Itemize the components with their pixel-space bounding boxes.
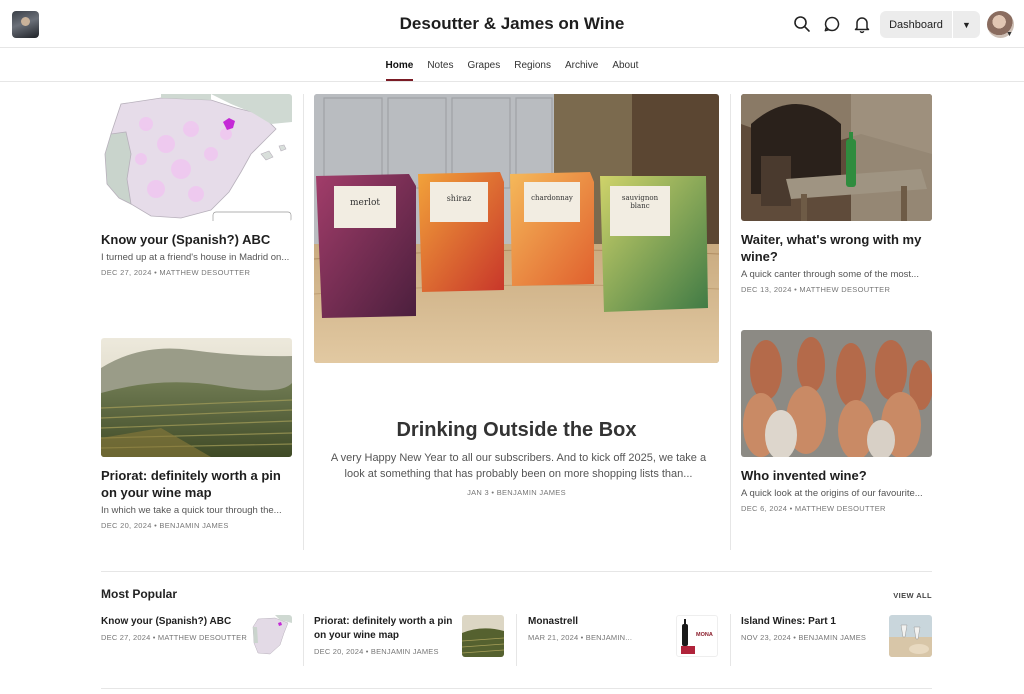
- post-subtitle: I turned up at a friend's house in Madri…: [101, 252, 290, 263]
- tab-about[interactable]: About: [605, 48, 645, 81]
- chevron-down-icon[interactable]: ▼: [953, 11, 980, 38]
- hero-image-wine-boxes[interactable]: merlot shiraz chardonnay sauvignon blanc: [314, 94, 719, 363]
- site-title-link[interactable]: Desoutter & James on Wine: [400, 14, 625, 33]
- column-divider: [730, 94, 731, 550]
- section-divider: [101, 688, 932, 689]
- post-meta: DEC 20, 2024 • BENJAMIN JAMES: [101, 521, 229, 530]
- most-popular-heading: Most Popular: [101, 587, 178, 601]
- post-meta: DEC 6, 2024 • MATTHEW DESOUTTER: [741, 504, 886, 513]
- popular-post-meta: DEC 27, 2024 • MATTHEW DESOUTTER: [101, 633, 247, 642]
- box-label: merlot: [349, 198, 381, 208]
- column-divider: [516, 614, 517, 666]
- post-title[interactable]: Waiter, what's wrong with my wine?: [741, 231, 932, 265]
- popular-post-thumbnail[interactable]: [889, 615, 932, 657]
- post-title[interactable]: Priorat: definitely worth a pin on your …: [101, 467, 292, 501]
- cellar-bottle-image[interactable]: [741, 94, 932, 221]
- popular-post-meta: NOV 23, 2024 • BENJAMIN JAMES: [741, 633, 867, 642]
- hero-meta: JAN 3 • BENJAMIN JAMES: [467, 488, 566, 497]
- top-bar: Desoutter & James on Wine Dashboard ▼ ▼: [0, 0, 1024, 48]
- dashboard-button[interactable]: Dashboard: [880, 11, 953, 38]
- hero-title[interactable]: Drinking Outside the Box: [314, 419, 719, 442]
- tab-grapes[interactable]: Grapes: [460, 48, 507, 81]
- tab-archive[interactable]: Archive: [558, 48, 605, 81]
- tab-notes[interactable]: Notes: [420, 48, 460, 81]
- thumbnail-text: MONA: [696, 632, 713, 638]
- amphorae-image[interactable]: [741, 330, 932, 457]
- dashboard-button-group: Dashboard ▼: [880, 11, 980, 38]
- tab-home[interactable]: Home: [379, 48, 421, 81]
- post-subtitle: A quick canter through some of the most.…: [741, 269, 919, 280]
- post-meta: DEC 13, 2024 • MATTHEW DESOUTTER: [741, 285, 891, 294]
- popular-post-thumbnail[interactable]: [462, 615, 504, 657]
- column-divider: [303, 614, 304, 666]
- popular-post-title[interactable]: Priorat: definitely worth a pin on your …: [314, 615, 454, 643]
- popular-post-title[interactable]: Know your (Spanish?) ABC: [101, 615, 241, 629]
- spain-map-image[interactable]: [101, 94, 292, 221]
- popular-post-meta: MAR 21, 2024 • BENJAMIN...: [528, 633, 633, 642]
- column-divider: [303, 94, 304, 550]
- hero-subtitle: A very Happy New Year to all our subscri…: [330, 452, 707, 480]
- post-meta: DEC 27, 2024 • MATTHEW DESOUTTER: [101, 268, 251, 277]
- popular-post-title[interactable]: Monastrell: [528, 615, 668, 629]
- column-divider: [730, 614, 731, 666]
- publication-logo[interactable]: [12, 11, 39, 38]
- section-nav: Home Notes Grapes Regions Archive About: [0, 48, 1024, 82]
- popular-post-meta: DEC 20, 2024 • BENJAMIN JAMES: [314, 647, 439, 656]
- post-subtitle: In which we take a quick tour through th…: [101, 505, 282, 516]
- popular-post-thumbnail[interactable]: [250, 615, 292, 657]
- box-label: chardonnay: [531, 194, 573, 202]
- tab-regions[interactable]: Regions: [507, 48, 558, 81]
- post-title[interactable]: Know your (Spanish?) ABC: [101, 231, 292, 248]
- view-all-link[interactable]: VIEW ALL: [880, 591, 932, 600]
- box-label: shiraz: [446, 194, 472, 203]
- bell-icon[interactable]: [852, 14, 872, 34]
- post-title[interactable]: Who invented wine?: [741, 467, 932, 484]
- search-icon[interactable]: [792, 14, 812, 34]
- section-divider: [101, 571, 932, 572]
- popular-post-thumbnail[interactable]: MONA: [676, 615, 718, 657]
- box-label: sauvignon blanc: [621, 194, 659, 210]
- popular-post-title[interactable]: Island Wines: Part 1: [741, 615, 881, 629]
- post-subtitle: A quick look at the origins of our favou…: [741, 488, 923, 499]
- priorat-vineyard-image[interactable]: [101, 338, 292, 457]
- avatar-caret-icon[interactable]: ▼: [1006, 31, 1013, 38]
- chat-icon[interactable]: [822, 14, 842, 34]
